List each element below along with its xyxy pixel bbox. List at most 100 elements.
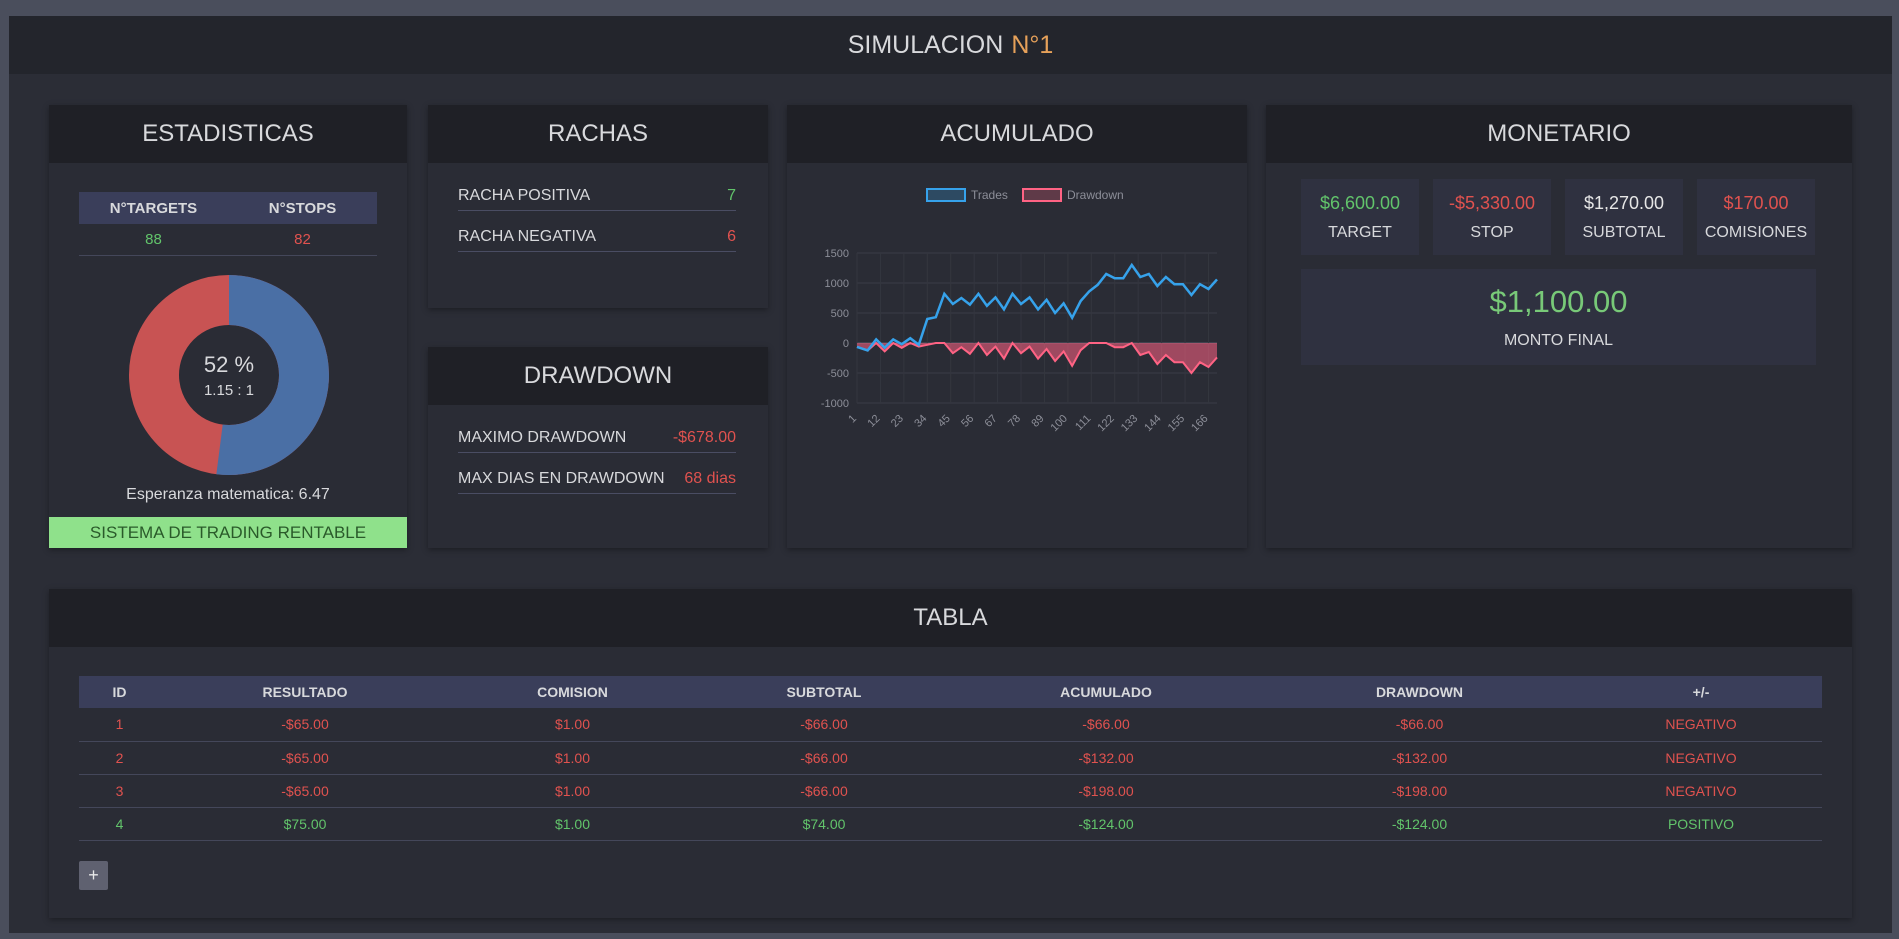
monetario-title: MONETARIO [1266,105,1852,163]
x-tick-label: 100 [1049,413,1070,434]
acumulado-chart: 1500 1000 500 0 -500 -1000 1 12 23 34 45 56 67 78 89 10… [821,188,1218,434]
page-title-text: SIMULACION [847,30,1004,59]
monto-final-amount: $1,100.00 [1489,284,1628,319]
targets-stops-header: N°TARGETS N°STOPS [79,192,377,224]
y-tick-label: 1000 [825,278,849,290]
subtotal-label: SUBTOTAL [1582,223,1666,241]
y-tick-label: 500 [831,308,849,320]
monto-final-label: MONTO FINAL [1503,332,1614,349]
table-cell: NEGATIVO [1580,708,1822,742]
x-tick-label: 111 [1073,413,1093,433]
table-cell: -$66.00 [695,774,953,808]
column-header: COMISION [450,676,695,708]
y-tick-label: -500 [827,368,849,380]
table-header-row: ID RESULTADO COMISION SUBTOTAL ACUMULADO… [79,676,1822,708]
y-tick-label: 1500 [825,248,849,260]
stop-box: -$5,330.00 STOP [1433,179,1551,255]
y-tick-label: -1000 [821,398,849,410]
win-loss-donut: 52 % 1.15 : 1 [129,275,329,475]
rachas-title: RACHAS [428,105,768,163]
x-tick-label: 1 [846,413,859,426]
table-cell: -$198.00 [953,774,1259,808]
legend-drawdown-label: Drawdown [1067,188,1124,202]
win-loss-ratio: 1.15 : 1 [203,381,255,399]
max-dias-value: 68 dias [684,469,736,487]
estadisticas-title: ESTADISTICAS [49,105,407,163]
x-tick-label: 67 [983,413,1000,430]
racha-negativa-row: RACHA NEGATIVA 6 [458,222,736,252]
add-row-button[interactable]: + [79,861,108,890]
maximo-drawdown-value: -$678.00 [672,428,736,446]
table-cell: $1.00 [450,807,695,841]
comisiones-amount: $170.00 [1723,192,1789,213]
table-cell: -$66.00 [1259,708,1580,742]
x-tick-label: 45 [936,413,953,430]
table-cell: $75.00 [160,807,450,841]
x-tick-label: 23 [889,413,906,430]
stops-header: N°STOPS [268,199,337,217]
simulation-frame: SIMULACION N°1 ESTADISTICAS N°TARGETS N°… [9,16,1892,933]
acumulado-title: ACUMULADO [787,105,1247,163]
racha-positiva-row: RACHA POSITIVA 7 [458,181,736,211]
win-percentage: 52 % [203,351,255,377]
drawdown-panel: DRAWDOWN MAXIMO DRAWDOWN -$678.00 MAX DI… [428,347,768,548]
table-cell: NEGATIVO [1580,774,1822,808]
tabla-panel: TABLA ID RESULTADO COMISION SUBTOTAL ACU… [49,589,1852,918]
comisiones-box: $170.00 COMISIONES [1697,179,1815,255]
target-amount: $6,600.00 [1319,192,1401,213]
page-title-number: N°1 [1011,30,1054,59]
y-tick-label: 0 [843,338,849,350]
trades-table: ID RESULTADO COMISION SUBTOTAL ACUMULADO… [79,676,1822,841]
table-cell: 2 [79,741,160,775]
stops-count: 82 [294,231,311,248]
table-cell: -$132.00 [1259,741,1580,775]
x-tick-label: 78 [1006,413,1023,430]
subtotal-amount: $1,270.00 [1583,192,1665,213]
stop-label: STOP [1470,223,1514,241]
subtotal-box: $1,270.00 SUBTOTAL [1565,179,1683,255]
page-title: SIMULACION N°1 [9,16,1892,74]
table-cell: -$66.00 [695,708,953,742]
rentable-status-badge: SISTEMA DE TRADING RENTABLE [49,517,407,548]
x-tick-label: 122 [1095,413,1116,434]
table-cell: 3 [79,774,160,808]
maximo-drawdown-label: MAXIMO DRAWDOWN [458,428,627,446]
x-tick-label: 166 [1189,413,1210,434]
x-tick-label: 56 [959,413,976,430]
targets-count: 88 [145,231,162,248]
x-tick-label: 155 [1166,413,1187,434]
comisiones-label: COMISIONES [1704,223,1808,241]
rachas-panel: RACHAS RACHA POSITIVA 7 RACHA NEGATIVA 6 [428,105,768,308]
x-tick-label: 34 [912,413,929,430]
x-tick-label: 133 [1119,413,1140,434]
racha-positiva-label: RACHA POSITIVA [458,186,591,204]
column-header: +/- [1580,676,1822,708]
column-header: ID [79,676,160,708]
table-cell: -$124.00 [1259,807,1580,841]
target-box: $6,600.00 TARGET [1301,179,1419,255]
monetario-panel: MONETARIO $6,600.00 TARGET -$5,330.00 ST… [1266,105,1852,548]
targets-stops-table: N°TARGETS N°STOPS 88 82 [79,192,377,256]
table-cell: NEGATIVO [1580,741,1822,775]
table-row: 4 $75.00 $1.00 $74.00 -$124.00 -$124.00 … [79,807,1822,841]
table-cell: 4 [79,807,160,841]
racha-negativa-value: 6 [727,227,736,245]
table-cell: $1.00 [450,708,695,742]
legend-trades-swatch [926,188,966,202]
table-row: 1 -$65.00 $1.00 -$66.00 -$66.00 -$66.00 … [79,708,1822,742]
stop-amount: -$5,330.00 [1448,192,1536,213]
x-tick-label: 89 [1029,413,1046,430]
table-cell: -$65.00 [160,774,450,808]
legend-trades-label: Trades [971,188,1008,202]
table-cell: $1.00 [450,774,695,808]
table-cell: -$124.00 [953,807,1259,841]
targets-stops-row: 88 82 [79,224,377,256]
column-header: ACUMULADO [953,676,1259,708]
acumulado-panel: ACUMULADO 1500 1000 500 0 -500 -1000 1 12 23 34 45… [787,105,1247,548]
column-header: DRAWDOWN [1259,676,1580,708]
targets-header: N°TARGETS [109,199,198,217]
x-tick-label: 144 [1142,413,1163,434]
max-dias-label: MAX DIAS EN DRAWDOWN [458,469,665,487]
table-cell: -$65.00 [160,708,450,742]
column-header: SUBTOTAL [695,676,953,708]
